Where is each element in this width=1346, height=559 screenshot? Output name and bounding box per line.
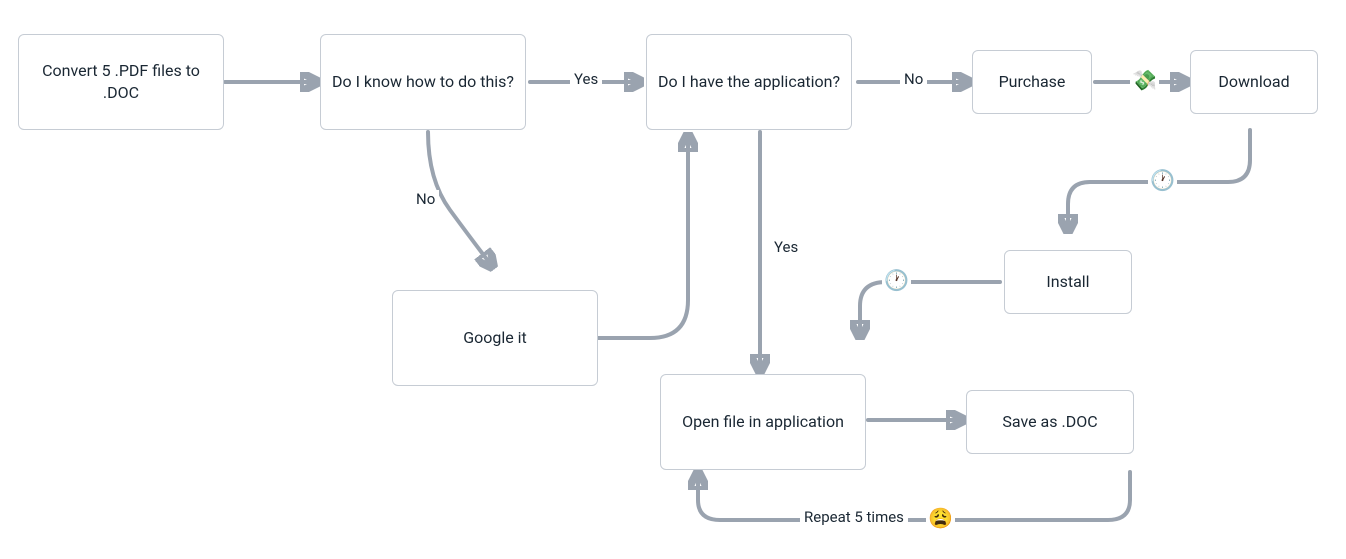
node-save-doc: Save as .DOC [966,390,1134,454]
node-label: Install [1046,271,1089,293]
node-google-it: Google it [392,290,598,386]
node-label: Open file in application [682,411,844,433]
clock-icon: 🕐 [882,268,911,292]
node-label: Google it [463,327,527,349]
clock-icon: 🕐 [1148,168,1177,192]
node-have-application: Do I have the application? [646,34,852,130]
node-label: Download [1218,71,1289,93]
edge-label-no: No [900,70,927,88]
node-download: Download [1190,50,1318,114]
tired-face-icon: 😩 [926,506,955,530]
node-label: Save as .DOC [1002,411,1097,433]
edge-label-no: No [412,190,439,208]
node-install: Install [1004,250,1132,314]
node-label: Do I have the application? [658,71,840,93]
node-open-file: Open file in application [660,374,866,470]
flowchart-canvas: Convert 5 .PDF files to .DOC Do I know h… [0,0,1346,559]
node-label: Do I know how to do this? [332,71,514,93]
node-convert: Convert 5 .PDF files to .DOC [18,34,224,130]
node-purchase: Purchase [972,50,1092,114]
node-know-how: Do I know how to do this? [320,34,526,130]
edge-label-yes: Yes [570,70,602,88]
money-icon: 💸 [1130,68,1159,92]
node-label: Convert 5 .PDF files to .DOC [29,60,213,103]
edge-label-repeat: Repeat 5 times [800,508,908,526]
node-label: Purchase [999,71,1066,93]
edge-label-yes: Yes [770,238,802,256]
